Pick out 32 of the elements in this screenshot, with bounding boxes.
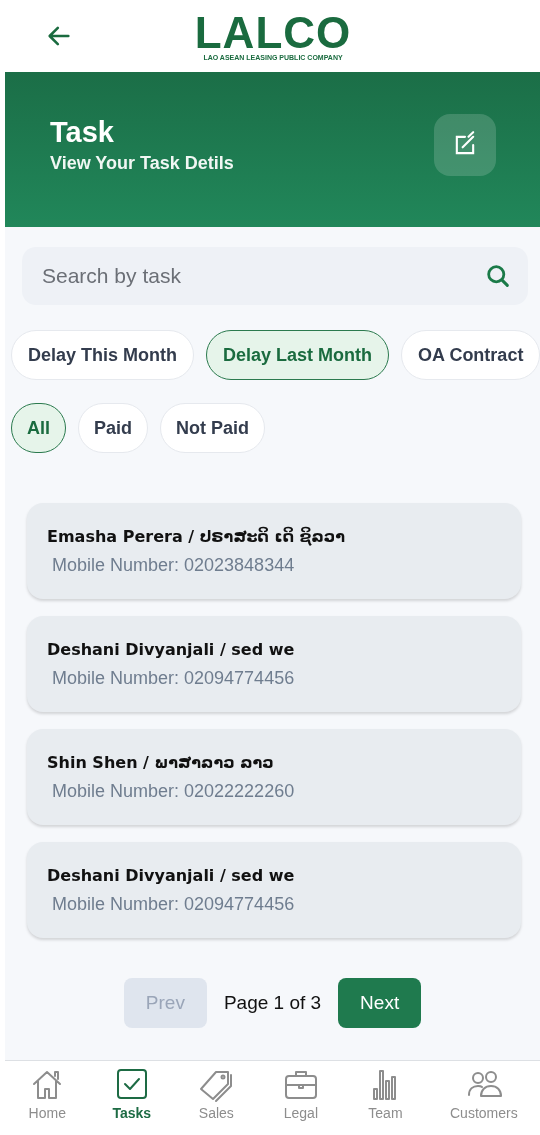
edit-button[interactable]: [434, 113, 496, 176]
nav-customers-tab[interactable]: Customers: [450, 1061, 518, 1135]
customer-name: Deshani Divyanjali / sed we: [47, 865, 296, 885]
task-card[interactable]: Emasha Perera / ປຣາສະດິ ເດິ ຊິລວາ Mobile Number: 02023848344: [27, 503, 521, 599]
mobile-number: Mobile Number: 02094774456: [51, 893, 296, 915]
filter-chip[interactable]: Paid: [78, 403, 149, 453]
nav-home-tab[interactable]: Home: [27, 1061, 68, 1135]
search-icon[interactable]: [484, 262, 512, 290]
nav-team-tab[interactable]: Team: [365, 1061, 406, 1135]
customer-name: Shin Shen / ພາສາລາວ ລາວ: [47, 752, 275, 772]
task-card[interactable]: Deshani Divyanjali / sed we Mobile Number: 02094774456: [27, 616, 521, 712]
task-card[interactable]: Shin Shen / ພາສາລາວ ລາວ Mobile Number: 02022222260: [27, 729, 521, 825]
mobile-number: Mobile Number: 02023848344: [51, 554, 296, 576]
category-chip[interactable]: Delay Last Month: [206, 330, 390, 380]
category-chip[interactable]: Delay This Month: [11, 330, 194, 380]
page-indicator: Page 1 of 3: [223, 992, 322, 1014]
mobile-number: Mobile Number: 02094774456: [51, 667, 296, 689]
nav-sales-tab[interactable]: Sales: [196, 1061, 237, 1135]
filter-chip[interactable]: Not Paid: [160, 403, 266, 453]
customer-name: Emasha Perera / ປຣາສະດິ ເດິ ຊິລວາ: [47, 526, 346, 546]
next-button[interactable]: Next: [338, 978, 422, 1028]
filter-chip[interactable]: All: [11, 403, 66, 453]
page-title: Task: [50, 115, 115, 149]
task-card[interactable]: Deshani Divyanjali / sed we Mobile Number: 02094774456: [27, 842, 521, 938]
logo-wordmark: LALCO: [194, 12, 352, 54]
page-subtitle: View Your Task Detils: [50, 152, 234, 174]
nav-tasks-tab[interactable]: Tasks: [111, 1061, 152, 1135]
search-field[interactable]: Search by task: [22, 247, 528, 305]
mobile-number: Mobile Number: 02022222260: [51, 780, 296, 802]
nav-legal-tab[interactable]: Legal: [280, 1061, 321, 1135]
category-chip[interactable]: OA Contract: [401, 330, 540, 380]
customer-name: Deshani Divyanjali / sed we: [47, 639, 296, 659]
